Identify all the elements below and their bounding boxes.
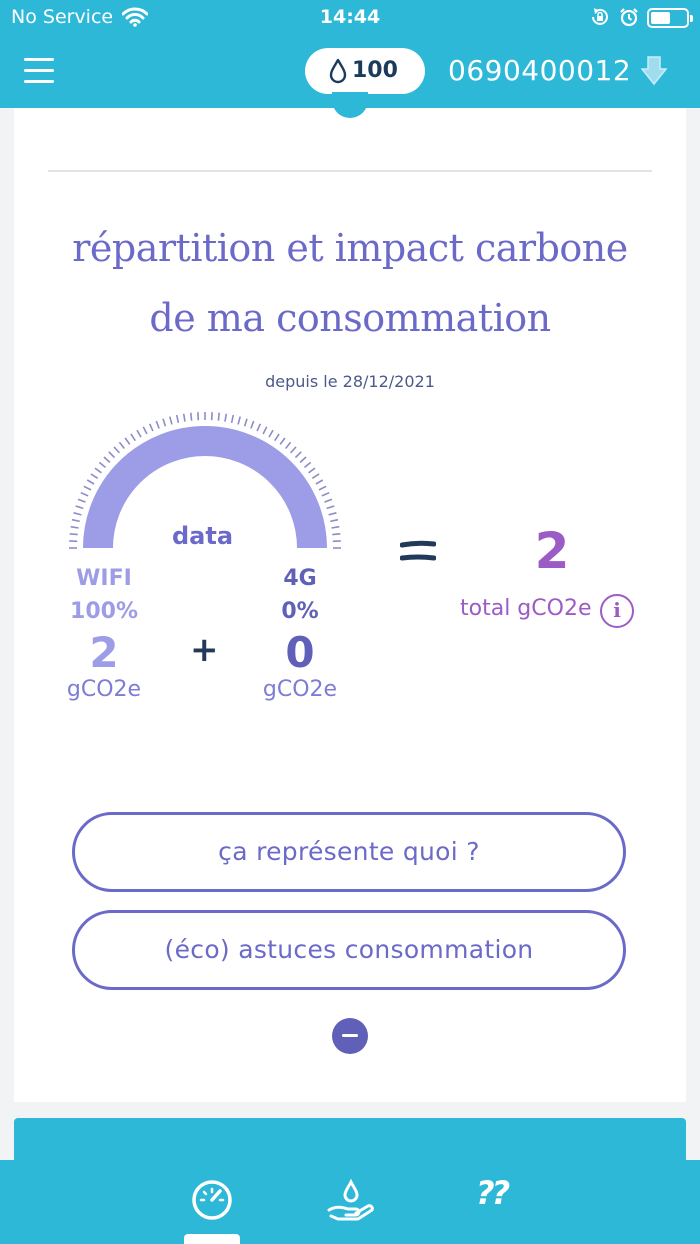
lte-column: 4G 0% 0 gCO2e xyxy=(250,566,350,702)
active-tab-indicator xyxy=(184,1234,240,1244)
since-date: depuis le 28/12/2021 xyxy=(265,372,435,391)
gauge-label: data xyxy=(172,522,234,550)
lte-value: 0 xyxy=(285,628,315,677)
plus-sign: + xyxy=(190,630,219,670)
card-title-line2: de ma consommation xyxy=(149,296,551,340)
credit-value: 100 xyxy=(352,58,398,83)
hand-drop-icon xyxy=(327,1178,374,1221)
phone-number: 0690400012 xyxy=(448,54,632,87)
water-drop-icon xyxy=(329,58,347,84)
menu-button[interactable] xyxy=(24,57,54,85)
total-value: 2 xyxy=(534,522,570,580)
wifi-column: WIFI 100% 2 gCO2e xyxy=(54,566,154,702)
status-bar: No Service 14:44 xyxy=(0,0,700,36)
wifi-percent: 100% xyxy=(70,599,138,624)
rotation-lock-icon xyxy=(590,7,610,32)
lte-label: 4G xyxy=(283,566,317,591)
alarm-icon xyxy=(619,7,639,32)
lte-percent: 0% xyxy=(281,599,319,624)
wifi-label: WIFI xyxy=(76,566,132,591)
gauge-icon xyxy=(192,1180,232,1220)
card-title-line1: répartition et impact carbone xyxy=(72,226,628,270)
download-arrow-icon[interactable] xyxy=(640,55,668,91)
wifi-unit: gCO2e xyxy=(66,677,142,702)
equals-icon xyxy=(400,540,436,561)
collapse-minus-button[interactable] xyxy=(332,1018,368,1054)
tab-bar: ?? xyxy=(0,1160,700,1244)
eco-tips-button[interactable]: (éco) astuces consommation xyxy=(72,910,626,990)
consumption-card: répartition et impact carbone de ma cons… xyxy=(14,108,686,1102)
total-label: total gCO2e xyxy=(460,596,592,621)
what-it-means-button[interactable]: ça représente quoi ? xyxy=(72,812,626,892)
tab-dashboard[interactable] xyxy=(190,1178,234,1226)
lte-unit: gCO2e xyxy=(262,677,338,702)
info-icon[interactable]: i xyxy=(600,594,634,628)
wifi-value: 2 xyxy=(89,628,119,677)
tab-help[interactable]: ?? xyxy=(476,1174,510,1212)
divider xyxy=(48,170,652,172)
battery-icon xyxy=(647,8,693,28)
tab-eco[interactable] xyxy=(326,1178,376,1226)
credit-badge[interactable]: 100 xyxy=(305,48,425,94)
